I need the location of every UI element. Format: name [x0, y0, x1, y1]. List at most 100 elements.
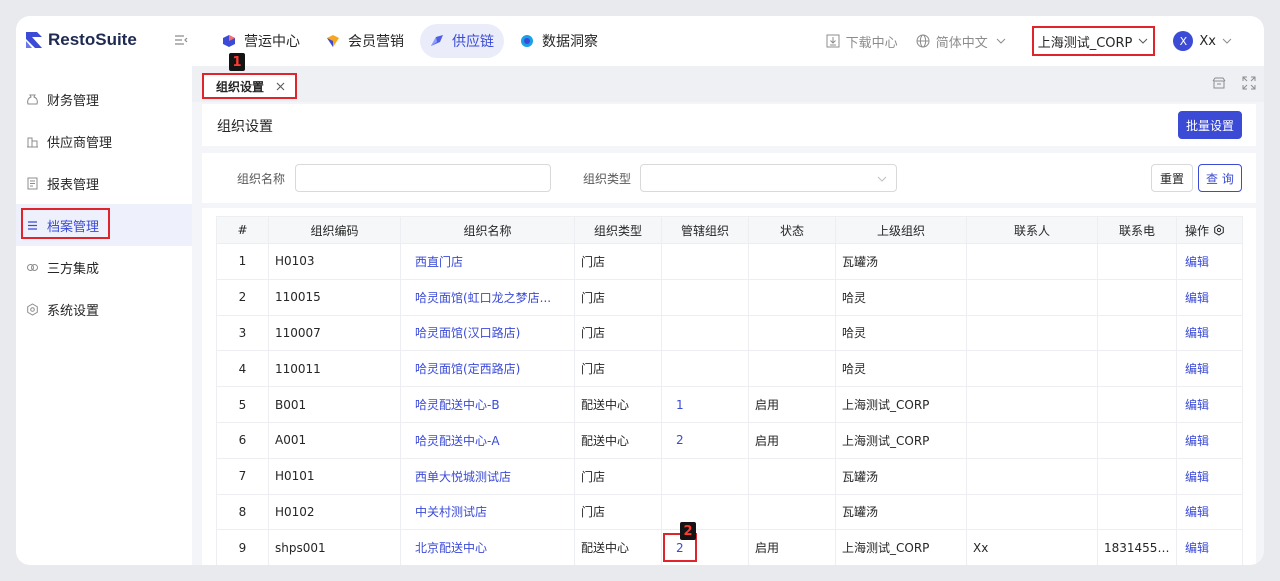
table-row: 9 shps001 北京配送中心 配送中心 2 启用 上海测试_CORP Xx 18314558…: [216, 529, 1243, 565]
table-cell: 哈灵: [835, 278, 967, 316]
org-name-link[interactable]: 哈灵面馆(定西路店): [400, 350, 575, 388]
org-type-select[interactable]: [640, 164, 897, 192]
org-name-link[interactable]: 北京配送中心: [400, 529, 575, 565]
tab-bar: 1 组织设置: [192, 53, 1264, 102]
managed-org-count-link[interactable]: 1: [661, 386, 749, 423]
corp-select[interactable]: 上海测试_CORP: [1031, 26, 1156, 56]
fullscreen-icon[interactable]: [1242, 76, 1256, 90]
tab-bar-tools: [1196, 76, 1256, 90]
nav-supply-chain[interactable]: 供应链: [420, 24, 504, 58]
app-window: RestoSuite 营运中心 会员营销 供应链 数据洞察 下载中心 简体中文 …: [16, 16, 1264, 565]
batch-settings-button[interactable]: 批量设置: [1177, 111, 1242, 139]
page-title: 组织设置: [217, 119, 273, 135]
managed-org-count-link[interactable]: 2: [661, 529, 749, 565]
sidebar-item-supplier[interactable]: 供应商管理: [16, 120, 192, 162]
edit-link[interactable]: 编辑: [1176, 350, 1243, 388]
tab-org-settings[interactable]: 组织设置: [202, 73, 297, 99]
column-header: 管辖组织: [661, 216, 749, 244]
store-icon[interactable]: [1212, 76, 1226, 90]
table-cell: 瓦罐汤: [835, 493, 967, 531]
table-cell: [748, 314, 836, 352]
table-cell: 门店: [574, 243, 662, 280]
table-cell: 18314558985: [1097, 529, 1177, 565]
chevron-down-icon: [1222, 38, 1232, 44]
table-row: 6 A001 哈灵配送中心-A 配送中心 2 启用 上海测试_CORP 编辑: [216, 421, 1243, 459]
sidebar-item-report[interactable]: 报表管理: [16, 162, 192, 204]
table-row: 2 110015 哈灵面馆(虹口龙之梦店... 门店 哈灵 编辑: [216, 278, 1243, 316]
globe-icon: [916, 34, 930, 48]
language-label: 简体中文: [935, 35, 988, 51]
table-cell: 门店: [574, 278, 662, 316]
table-cell: 110007: [268, 314, 401, 352]
nav-membership[interactable]: 会员营销: [316, 24, 414, 58]
sidebar-item-label: 供应商管理: [47, 135, 113, 151]
table-cell: [1097, 278, 1177, 316]
edit-link[interactable]: 编辑: [1176, 493, 1243, 531]
org-name-link[interactable]: 哈灵面馆(虹口龙之梦店...: [400, 278, 575, 316]
edit-link[interactable]: 编辑: [1176, 529, 1243, 565]
reset-button[interactable]: 重置: [1151, 164, 1194, 192]
table-cell: [966, 350, 1098, 388]
table-cell: [661, 243, 749, 280]
nav-label: 会员营销: [348, 34, 404, 50]
user-menu[interactable]: X Xx: [1173, 31, 1234, 51]
close-icon[interactable]: [276, 82, 285, 91]
edit-link[interactable]: 编辑: [1176, 386, 1243, 423]
table-cell: [748, 493, 836, 531]
table-cell: 5: [216, 386, 269, 423]
sidebar-item-integration[interactable]: 三方集成: [16, 246, 192, 288]
list-icon: [28, 220, 37, 230]
table-body: 1 H0103 西直门店 门店 瓦罐汤 编辑 2 110015 哈灵面馆(虹口龙之梦店... 门店…: [216, 243, 1243, 565]
org-name-link[interactable]: 哈灵面馆(汉口路店): [400, 314, 575, 352]
sidebar-item-finance[interactable]: 财务管理: [16, 78, 192, 120]
org-name-input[interactable]: [295, 164, 551, 192]
download-center-link[interactable]: 下载中心: [826, 32, 898, 51]
sidebar-item-settings[interactable]: 系统设置: [16, 288, 192, 330]
org-name-link[interactable]: 西直门店: [400, 243, 575, 280]
nav-operations[interactable]: 营运中心: [212, 24, 310, 58]
edit-link[interactable]: 编辑: [1176, 421, 1243, 459]
table-cell: 门店: [574, 457, 662, 495]
download-center-label: 下载中心: [845, 35, 898, 51]
sidebar-item-label: 系统设置: [47, 303, 100, 319]
org-name-link[interactable]: 西单大悦城测试店: [400, 457, 575, 495]
column-header: 组织编码: [268, 216, 401, 244]
table-cell: [748, 457, 836, 495]
table-cell: [1097, 421, 1177, 459]
language-select[interactable]: 简体中文: [916, 32, 1014, 51]
sidebar-item-archive[interactable]: 档案管理: [16, 204, 192, 246]
edit-link[interactable]: 编辑: [1176, 457, 1243, 495]
column-header: #: [216, 216, 269, 244]
org-table-card: 2 # 组织编码 组织名称 组织类型 管辖组织 状态 上级组织 联系人 联系电 操作 1 H0103…: [202, 208, 1256, 565]
edit-link[interactable]: 编辑: [1176, 314, 1243, 352]
org-name-link[interactable]: 哈灵配送中心-A: [400, 421, 575, 459]
edit-link[interactable]: 编辑: [1176, 243, 1243, 280]
column-header: 组织名称: [400, 216, 575, 244]
table-cell: 启用: [748, 421, 836, 459]
column-header: 联系人: [966, 216, 1098, 244]
top-right-tools: 下载中心 简体中文 上海测试_CORP X Xx: [826, 16, 1264, 66]
managed-org-count-link[interactable]: 2: [661, 421, 749, 459]
org-name-link[interactable]: 哈灵配送中心-B: [400, 386, 575, 423]
avatar: X: [1173, 31, 1194, 51]
table-cell: [1097, 314, 1177, 352]
table-cell: [1097, 457, 1177, 495]
table-row: 8 H0102 中关村测试店 门店 瓦罐汤 编辑: [216, 493, 1243, 531]
table-cell: [661, 278, 749, 316]
data-insight-icon: [521, 35, 533, 47]
gear-icon: [27, 302, 38, 316]
page-header: 组织设置 批量设置: [202, 104, 1256, 146]
org-name-link[interactable]: 中关村测试店: [400, 493, 575, 531]
edit-link[interactable]: 编辑: [1176, 278, 1243, 316]
table-cell: 110011: [268, 350, 401, 388]
download-icon: [826, 34, 840, 48]
query-button[interactable]: 查 询: [1198, 164, 1242, 192]
menu-collapse-icon[interactable]: [174, 33, 188, 47]
nav-label: 数据洞察: [542, 34, 598, 50]
operations-header: 操作: [1178, 222, 1242, 239]
nav-data-insight[interactable]: 数据洞察: [510, 24, 608, 58]
table-cell: 8: [216, 493, 269, 531]
brand-logo[interactable]: RestoSuite: [25, 30, 137, 50]
top-nav: 营运中心 会员营销 供应链 数据洞察: [212, 24, 614, 58]
gear-icon[interactable]: [1213, 224, 1225, 236]
